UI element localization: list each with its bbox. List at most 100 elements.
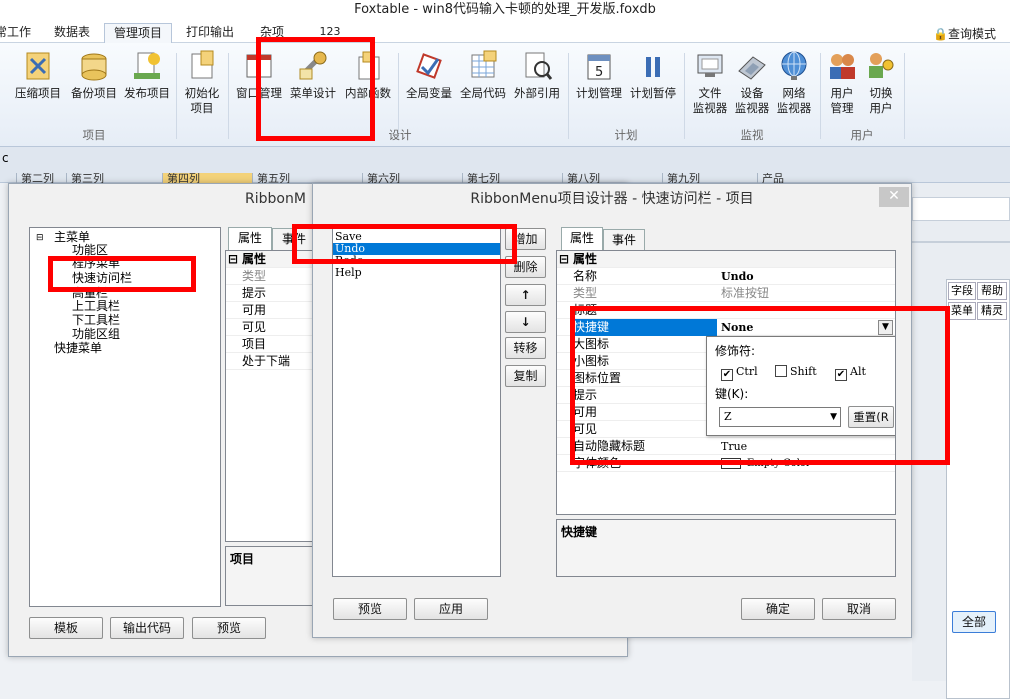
transfer-button[interactable]: 转移	[505, 337, 546, 359]
all-button[interactable]: 全部	[952, 611, 996, 633]
tab-print[interactable]: 打印输出	[178, 23, 242, 43]
prop-row-auto-hide[interactable]: 自动隐藏标题 True	[557, 438, 895, 455]
window-title: Foxtable - win8代码输入卡顿的处理_开发版.foxdb	[0, 0, 1010, 20]
chevron-down-icon[interactable]: ▼	[878, 320, 893, 335]
internal-function-button[interactable]: 内部函数	[340, 49, 396, 101]
prop-category: ⊟ 属性	[557, 251, 895, 268]
dialog1-tab-events[interactable]: 事件	[272, 228, 316, 250]
right-side-panel: 字段 帮助 菜单 精灵 全部	[912, 183, 1010, 699]
tree-node-top-toolbar[interactable]: 上工具栏	[72, 299, 120, 313]
prop-row[interactable]: 提示	[226, 285, 324, 302]
tab-help[interactable]: 帮助	[977, 282, 1007, 300]
tab-123[interactable]: 123	[310, 23, 350, 43]
tree-node-ribbon[interactable]: 功能区	[72, 243, 108, 257]
prop-row-font-color[interactable]: 字体颜色 Empty Color	[557, 455, 895, 472]
switch-user-button[interactable]: 切换 用户	[862, 49, 900, 116]
lock-icon: 🔒	[933, 27, 948, 41]
prop-row[interactable]: 项目	[226, 336, 324, 353]
prop-row-type[interactable]: 类型 标准按钮	[557, 285, 895, 302]
move-down-button[interactable]: ↓	[505, 311, 546, 333]
menu-design-button[interactable]: 菜单设计	[286, 49, 340, 101]
query-mode-button[interactable]: 🔒查询模式	[933, 25, 996, 42]
preview-button[interactable]: 预览	[192, 617, 266, 639]
dialog2-tab-properties[interactable]: 属性	[561, 227, 603, 251]
svg-text:5: 5	[595, 65, 603, 80]
device-monitor-button[interactable]: 设备 监视器	[730, 49, 774, 116]
ctrl-checkbox[interactable]: ✔ Ctrl	[721, 365, 758, 381]
dialog1-description: 项目	[225, 546, 325, 606]
prop-row-shortcut[interactable]: 快捷键 None ▼	[557, 319, 895, 336]
publish-icon	[130, 49, 164, 83]
external-reference-button[interactable]: 外部引用	[510, 49, 564, 101]
tab-wizard[interactable]: 精灵	[977, 302, 1007, 320]
ribbon-separator	[228, 53, 229, 139]
tree-node-highlight-bar[interactable]: 高量栏	[72, 286, 108, 300]
global-variable-icon	[412, 49, 446, 83]
initialize-project-button[interactable]: 初始化 项目	[180, 49, 224, 116]
prop-row[interactable]: 类型	[226, 268, 324, 285]
group-label-project: 项目	[82, 128, 106, 142]
tree-node-ribbon-group[interactable]: 功能区组	[72, 327, 120, 341]
dialog1-property-grid: ⊟ 属性 类型 提示 可用 可见 项目 处于下端	[225, 250, 325, 542]
menu-tree[interactable]: ⊟ 主菜单 功能区 程序菜单 快速访问栏 高量栏 上工具栏 下工具栏 功能区组 …	[29, 227, 221, 607]
copy-button[interactable]: 复制	[505, 365, 546, 387]
tab-daily-work[interactable]: 常工作	[0, 23, 32, 43]
shift-checkbox[interactable]: Shift	[775, 365, 817, 378]
ok-button[interactable]: 确定	[741, 598, 815, 620]
function-icon	[351, 49, 385, 83]
prop-row[interactable]: 可用	[226, 302, 324, 319]
delete-button[interactable]: 删除	[505, 256, 546, 278]
window-manager-button[interactable]: 窗口管理	[232, 49, 286, 101]
apply-button[interactable]: 应用	[414, 598, 488, 620]
group-label-user: 用户	[850, 128, 874, 142]
tree-node-main-menu[interactable]: 主菜单	[54, 230, 90, 244]
group-label-monitor: 监视	[740, 128, 764, 142]
tab-manage-project[interactable]: 管理项目	[104, 23, 172, 43]
plan-pause-button[interactable]: 计划暂停	[626, 49, 680, 101]
global-code-button[interactable]: 全局代码	[456, 49, 510, 101]
list-item[interactable]: Help	[335, 267, 362, 279]
tree-node-program-menu[interactable]: 程序菜单	[72, 256, 120, 270]
tab-menu[interactable]: 菜单	[948, 302, 976, 320]
divider	[912, 241, 1010, 243]
prop-row[interactable]: 可见	[226, 319, 324, 336]
network-monitor-button[interactable]: 网络 监视器	[772, 49, 816, 116]
key-select[interactable]: Z ▼	[719, 407, 841, 427]
right-input-box[interactable]	[912, 197, 1010, 221]
window-icon	[242, 49, 276, 83]
tree-collapse-icon[interactable]: ⊟	[36, 231, 44, 245]
global-variable-button[interactable]: 全局变量	[402, 49, 456, 101]
template-button[interactable]: 模板	[29, 617, 103, 639]
backup-project-button[interactable]: 备份项目	[68, 49, 120, 101]
file-monitor-icon	[693, 49, 727, 83]
prop-row[interactable]: 处于下端	[226, 353, 324, 370]
move-up-button[interactable]: ↑	[505, 284, 546, 306]
preview-button[interactable]: 预览	[333, 598, 407, 620]
dialog2-tab-events[interactable]: 事件	[603, 229, 645, 251]
close-icon[interactable]: ✕	[879, 187, 909, 207]
plan-manager-button[interactable]: 5 计划管理	[572, 49, 626, 101]
tree-node-context-menu[interactable]: 快捷菜单	[54, 341, 102, 355]
tab-datatable[interactable]: 数据表	[44, 23, 100, 43]
publish-project-button[interactable]: 发布项目	[120, 49, 174, 101]
prop-category: ⊟ 属性	[226, 251, 324, 268]
tab-fields[interactable]: 字段	[948, 282, 976, 300]
file-monitor-button[interactable]: 文件 监视器	[688, 49, 732, 116]
prop-row-name[interactable]: 名称 Undo	[557, 268, 895, 285]
export-code-button[interactable]: 输出代码	[110, 617, 184, 639]
compress-project-button[interactable]: 压缩项目	[12, 49, 64, 101]
add-button[interactable]: 增加	[505, 228, 546, 250]
user-manager-button[interactable]: 用户 管理	[824, 49, 860, 116]
pause-icon	[636, 49, 670, 83]
tree-node-bottom-toolbar[interactable]: 下工具栏	[72, 313, 120, 327]
item-list[interactable]: Save Undo Redo Help	[332, 227, 501, 577]
tree-node-quick-access[interactable]: 快速访问栏	[72, 271, 132, 285]
tab-misc[interactable]: 杂项	[250, 23, 294, 43]
reset-button[interactable]: 重置(R	[848, 406, 894, 428]
external-reference-icon	[520, 49, 554, 83]
color-swatch	[721, 458, 741, 469]
alt-checkbox[interactable]: ✔ Alt	[835, 365, 866, 381]
prop-row-caption[interactable]: 标题	[557, 302, 895, 319]
dialog1-tab-properties[interactable]: 属性	[228, 227, 272, 251]
cancel-button[interactable]: 取消	[822, 598, 896, 620]
